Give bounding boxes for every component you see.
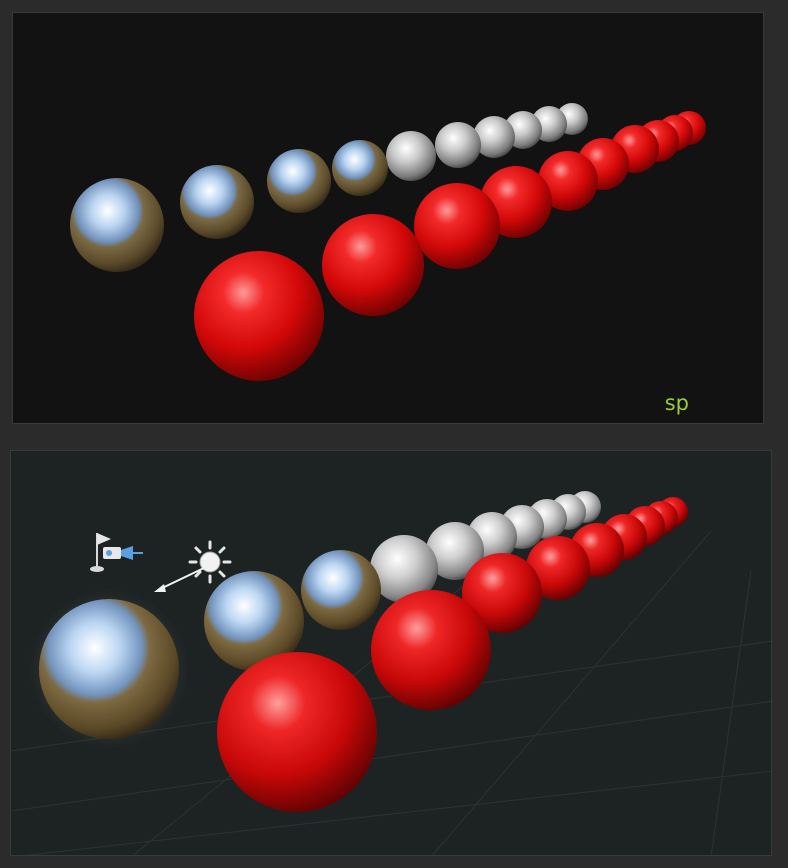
camera-icon[interactable] <box>90 533 143 572</box>
viewport-top[interactable]: sp <box>12 12 764 424</box>
chrome-sphere <box>267 149 331 213</box>
red-sphere <box>194 251 324 381</box>
silver-sphere <box>435 122 481 168</box>
viewport-bottom-scene <box>11 491 771 855</box>
viewport-top-scene <box>70 103 706 381</box>
chrome-sphere <box>301 550 381 630</box>
red-sphere <box>371 590 491 710</box>
red-sphere <box>414 183 500 269</box>
chrome-sphere <box>180 165 254 239</box>
renderer-label: sp <box>664 391 689 415</box>
silver-sphere <box>386 131 436 181</box>
chrome-sphere <box>70 178 164 272</box>
chrome-sphere <box>39 599 179 739</box>
red-sphere <box>322 214 424 316</box>
light-sun-icon[interactable] <box>154 540 232 592</box>
red-sphere <box>217 652 377 812</box>
chrome-sphere <box>332 140 388 196</box>
viewport-bottom[interactable] <box>10 450 772 856</box>
